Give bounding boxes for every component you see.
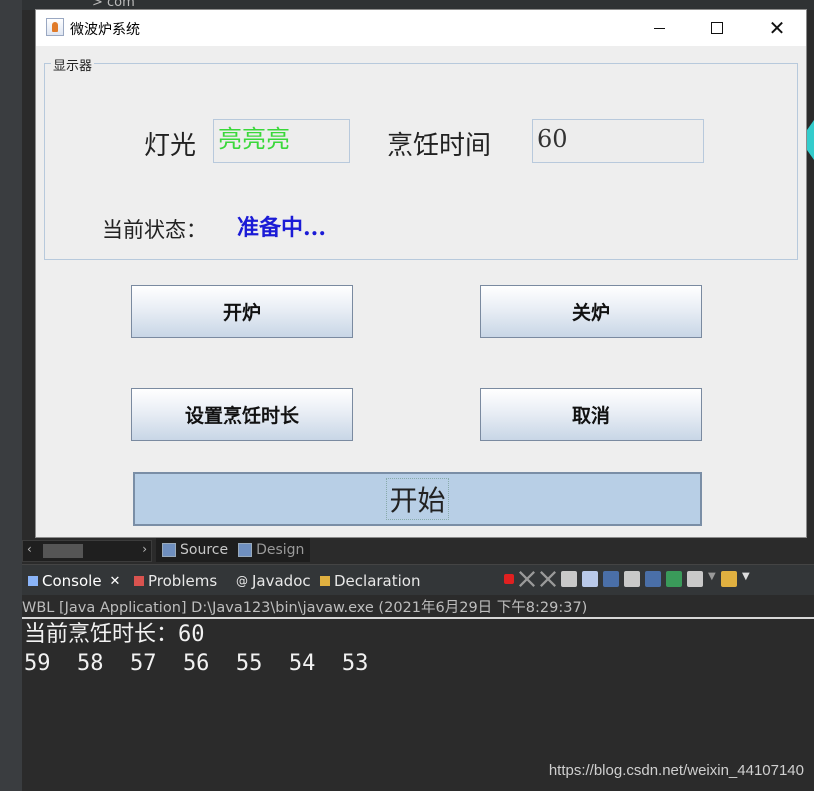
maximize-icon	[711, 22, 723, 34]
display-panel-title: 显示器	[51, 55, 95, 74]
tab-problems[interactable]: Problems	[134, 572, 217, 590]
source-icon	[162, 543, 176, 557]
close-icon: ✕	[768, 16, 786, 40]
maximize-button[interactable]	[688, 10, 746, 46]
scroll-lock-icon[interactable]	[582, 571, 598, 587]
tab-declaration-label: Declaration	[334, 572, 421, 590]
chevron-down-icon[interactable]: ▼	[742, 571, 750, 587]
window-titlebar[interactable]: 微波炉系统 ✕	[36, 10, 806, 46]
close-door-button[interactable]: 关炉	[480, 285, 702, 338]
tab-design-label: Design	[256, 542, 305, 558]
light-label: 灯光	[144, 131, 197, 161]
display-panel: 显示器 灯光 亮亮亮 烹饪时间 60 当前状态： 准备中...	[44, 55, 798, 260]
display-console-icon[interactable]	[687, 571, 703, 587]
status-value: 准备中...	[237, 215, 326, 241]
open-console-icon[interactable]	[721, 571, 737, 587]
minimize-icon	[653, 27, 665, 29]
horizontal-scrollbar[interactable]: ‹ ›	[22, 540, 152, 562]
editor-bottom-row: ‹ › Source Design	[22, 538, 814, 564]
scroll-left-icon[interactable]: ‹	[27, 542, 32, 556]
tab-source[interactable]: Source	[162, 542, 228, 558]
design-icon	[238, 543, 253, 557]
light-field[interactable]: 亮亮亮	[213, 119, 350, 163]
terminate-icon[interactable]	[504, 574, 514, 584]
show-on-output-icon[interactable]	[624, 571, 640, 587]
open-door-button[interactable]: 开炉	[131, 285, 353, 338]
editor-tabs: Source Design	[156, 538, 311, 562]
tab-design[interactable]: Design	[238, 542, 304, 558]
javadoc-icon: @	[236, 574, 248, 588]
word-wrap-icon[interactable]	[603, 571, 619, 587]
start-button[interactable]: 开始	[133, 472, 702, 526]
declaration-icon	[320, 576, 330, 586]
problems-icon	[134, 576, 144, 586]
set-cook-time-button[interactable]: 设置烹饪时长	[131, 388, 353, 441]
remove-launch-icon[interactable]	[519, 571, 535, 587]
pin-console-icon[interactable]	[666, 571, 682, 587]
tab-declaration[interactable]: Declaration	[320, 572, 420, 590]
scroll-thumb[interactable]	[43, 544, 83, 558]
ide-left-gutter	[0, 0, 22, 791]
tab-source-label: Source	[180, 542, 229, 558]
console-tab-bar: Console ✕ Problems @ Javadoc Declaration…	[22, 564, 814, 595]
start-button-label: 开始	[386, 478, 449, 520]
scroll-right-icon[interactable]: ›	[142, 542, 147, 556]
console-line: 当前烹饪时长：60	[24, 622, 205, 647]
console-toolbar: ▼ ▼	[504, 571, 750, 587]
console-icon	[28, 576, 38, 586]
remove-all-icon[interactable]	[540, 571, 556, 587]
status-label: 当前状态：	[102, 218, 207, 242]
console-output[interactable]: 当前烹饪时长：60 59 58 57 56 55 54 53	[24, 620, 368, 678]
window-title: 微波炉系统	[70, 22, 140, 38]
tab-problems-label: Problems	[148, 572, 218, 590]
close-icon[interactable]: ✕	[110, 574, 121, 589]
tab-javadoc-label: Javadoc	[252, 572, 311, 590]
clear-console-icon[interactable]	[561, 571, 577, 587]
cancel-button[interactable]: 取消	[480, 388, 702, 441]
console-launch-path: WBL [Java Application] D:\Java123\bin\ja…	[22, 600, 588, 616]
tab-console[interactable]: Console ✕	[28, 572, 120, 590]
cook-time-label: 烹饪时间	[387, 131, 492, 161]
java-icon	[46, 18, 64, 36]
close-window-button[interactable]: ✕	[748, 10, 806, 46]
watermark: https://blog.csdn.net/weixin_44107140	[548, 762, 804, 779]
show-on-error-icon[interactable]	[645, 571, 661, 587]
console-line: 59 58 57 56 55 54 53	[24, 651, 369, 676]
minimize-button[interactable]	[630, 10, 688, 46]
tab-javadoc[interactable]: @ Javadoc	[236, 572, 311, 590]
tab-console-label: Console	[42, 572, 102, 590]
chevron-down-icon[interactable]: ▼	[708, 571, 716, 587]
console-divider	[22, 617, 814, 619]
microwave-window: 微波炉系统 ✕ 显示器 灯光 亮亮亮 烹饪时间 60 当前状态： 准备中... …	[35, 9, 807, 538]
cook-time-field[interactable]: 60	[532, 119, 704, 163]
